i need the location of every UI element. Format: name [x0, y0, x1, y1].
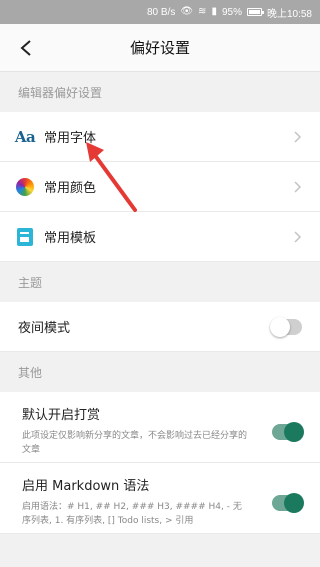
common-fonts-label: 常用字体 — [44, 131, 97, 146]
common-fonts-item[interactable]: Aa 常用字体 — [0, 112, 320, 162]
reward-toggle[interactable] — [272, 422, 304, 442]
battery-percent: 95% — [221, 6, 242, 18]
common-templates-label: 常用模板 — [44, 231, 97, 246]
chevron-right-icon — [294, 130, 302, 143]
title-bar: 偏好设置 — [0, 24, 320, 72]
color-wheel-icon — [14, 176, 36, 198]
section-title-theme: 主题 — [0, 262, 320, 302]
section-title-editor: 编辑器偏好设置 — [0, 72, 320, 112]
reward-label: 默认开启打赏 — [22, 408, 101, 423]
network-speed: 80 B/s — [146, 6, 176, 18]
template-icon — [14, 226, 36, 248]
night-mode-toggle[interactable] — [270, 316, 302, 337]
markdown-item: 启用 Markdown 语法 启用语法：# H1, ## H2, ### H3,… — [0, 463, 320, 534]
page-title: 偏好设置 — [129, 39, 190, 57]
reward-item: 默认开启打赏 此项设定仅影响新分享的文章，不会影响过去已经分享的文章 — [0, 392, 320, 463]
night-mode-item: 夜间模式 — [0, 302, 320, 352]
back-arrow-icon — [20, 40, 31, 56]
status-bar: 80 B/s 👁 ≋ ▮ 95% 晚上10:58 — [0, 0, 320, 24]
markdown-description: 启用语法：# H1, ## H2, ### H3, #### H4, - 无序列… — [22, 502, 242, 526]
chevron-right-icon — [294, 230, 302, 243]
chevron-right-icon — [294, 180, 302, 193]
eye-icon: 👁 — [180, 6, 194, 17]
common-colors-label: 常用颜色 — [44, 181, 97, 196]
clock: 晚上10:58 — [266, 8, 312, 20]
back-button[interactable] — [12, 34, 40, 62]
markdown-label: 启用 Markdown 语法 — [22, 479, 150, 494]
battery-icon — [246, 8, 264, 16]
markdown-toggle[interactable] — [272, 493, 304, 513]
wifi-icon: ≋ — [198, 6, 207, 17]
night-mode-label: 夜间模式 — [18, 321, 71, 336]
signal-icon: ▮ — [211, 6, 217, 17]
common-colors-item[interactable]: 常用颜色 — [0, 162, 320, 212]
reward-description: 此项设定仅影响新分享的文章，不会影响过去已经分享的文章 — [22, 431, 248, 455]
common-templates-item[interactable]: 常用模板 — [0, 212, 320, 262]
font-aa-icon: Aa — [14, 127, 36, 146]
section-title-other: 其他 — [0, 352, 320, 392]
